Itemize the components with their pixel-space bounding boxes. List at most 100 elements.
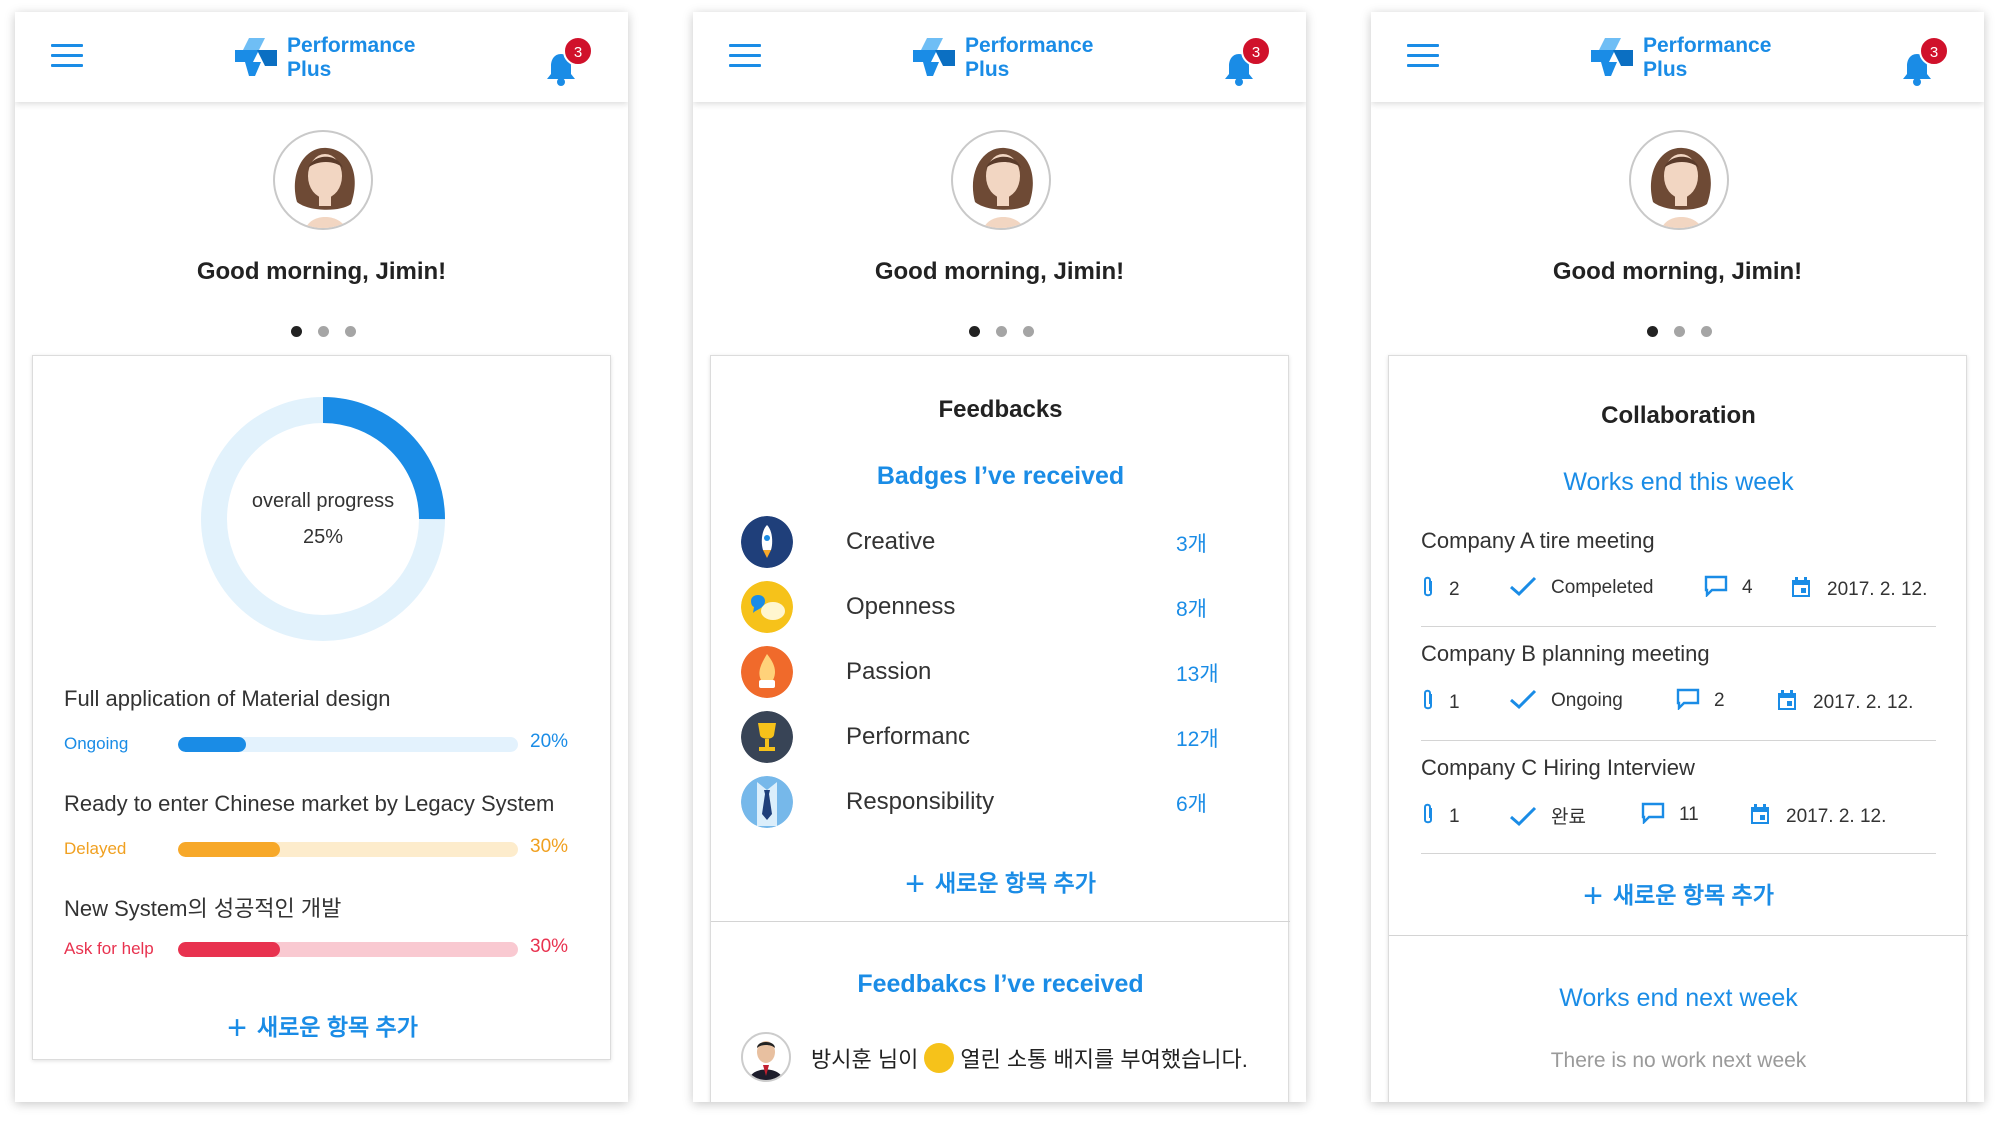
project-status: Ongoing xyxy=(64,734,129,753)
speech-bubbles-badge-icon xyxy=(741,581,793,633)
hamburger-menu-icon[interactable] xyxy=(729,44,761,68)
project-status: Delayed xyxy=(64,839,127,858)
work-item-title[interactable]: Company A tire meeting xyxy=(1421,528,1655,554)
badge-row[interactable]: Passion 13개 xyxy=(741,646,1261,702)
badge-row[interactable]: Openness 8개 xyxy=(741,581,1261,637)
page-dot-2[interactable] xyxy=(996,326,1007,337)
calendar-icon xyxy=(1792,577,1810,597)
feedback-sender: 방시훈 님이 xyxy=(811,1047,919,1072)
sender-avatar xyxy=(741,1032,791,1082)
greeting-text: Good morning, Jimin! xyxy=(196,258,447,285)
project-progress-track xyxy=(178,842,518,857)
add-new-item-button[interactable]: + 새로운 항목 추가 xyxy=(33,1008,612,1048)
logo-line2: Plus xyxy=(965,58,1010,81)
divider xyxy=(1421,853,1936,854)
badge-row[interactable]: Performanc 12개 xyxy=(741,711,1261,767)
page-indicator xyxy=(291,326,361,340)
sender-avatar-illustration xyxy=(749,1041,783,1080)
badge-row[interactable]: Responsibility 6개 xyxy=(741,776,1261,832)
hamburger-menu-icon[interactable] xyxy=(51,44,83,68)
necktie-badge-icon xyxy=(741,776,793,828)
overall-progress-donut xyxy=(201,397,445,641)
app-logo: Performance Plus xyxy=(235,32,435,88)
page-dot-3[interactable] xyxy=(1701,326,1712,337)
divider xyxy=(1421,740,1936,741)
app-bar: Performance Plus 3 xyxy=(15,12,628,102)
user-avatar-illustration xyxy=(294,147,355,228)
logo-mark-icon xyxy=(235,38,277,76)
add-new-item-button[interactable]: + 새로운 항목 추가 xyxy=(1389,876,1968,916)
page-dot-2[interactable] xyxy=(318,326,329,337)
phone-screen-progress: Performance Plus 3 Good morning, Jimin! xyxy=(15,12,628,1102)
app-logo: Performance Plus xyxy=(1591,32,1791,88)
project-status: Ask for help xyxy=(64,939,154,958)
greeting-text: Good morning, Jimin! xyxy=(1552,258,1803,285)
phone-screen-feedbacks: Performance Plus 3 Good morning, Jimin! … xyxy=(693,12,1306,1102)
collaboration-card: Collaboration Works end this week Compan… xyxy=(1388,355,1968,1102)
notification-button[interactable]: 3 xyxy=(1223,36,1273,88)
badge-name: Passion xyxy=(846,658,932,685)
attachment-count: 1 xyxy=(1421,802,1460,828)
notification-count-badge: 3 xyxy=(563,36,593,66)
page-dot-1[interactable] xyxy=(969,326,980,337)
progress-card: overall progress 25% Full application of… xyxy=(32,355,611,1060)
comment-count: 2 xyxy=(1676,688,1725,712)
badge-count: 6개 xyxy=(1176,793,1207,816)
badges-subtitle: Badges I’ve received xyxy=(876,462,1125,490)
user-avatar[interactable] xyxy=(951,130,1051,230)
comment-icon xyxy=(1641,802,1665,825)
feedback-item[interactable]: 방시훈 님이 열린 소통 배지를 부여했습니다. xyxy=(741,1032,1271,1082)
comment-icon xyxy=(1676,688,1700,711)
logo-line1: Performance xyxy=(1643,34,1772,57)
work-item-meta: 1 완료 11 2017. 2. 12. xyxy=(1421,802,1941,832)
divider xyxy=(1421,626,1936,627)
project-title[interactable]: Full application of Material design xyxy=(64,686,391,712)
plus-icon: + xyxy=(1583,877,1603,915)
project-percent: 20% xyxy=(530,731,569,752)
project-title[interactable]: New System의 성공적인 개발 xyxy=(64,891,341,923)
user-avatar[interactable] xyxy=(273,130,373,230)
user-avatar-illustration xyxy=(972,147,1033,228)
checkmark-icon xyxy=(1510,689,1537,710)
page-indicator xyxy=(1647,326,1717,340)
add-new-item-button[interactable]: + 새로운 항목 추가 xyxy=(711,864,1290,904)
user-avatar[interactable] xyxy=(1629,130,1729,230)
app-logo: Performance Plus xyxy=(913,32,1113,88)
next-week-subtitle: Works end next week xyxy=(1559,984,1798,1012)
logo-line2: Plus xyxy=(287,58,332,81)
page-dot-3[interactable] xyxy=(345,326,356,337)
work-item-title[interactable]: Company B planning meeting xyxy=(1421,641,1710,667)
this-week-subtitle: Works end this week xyxy=(1563,468,1794,496)
comment-count: 4 xyxy=(1704,575,1753,599)
phone-screen-collaboration: Performance Plus 3 Good morning, Jimin! … xyxy=(1371,12,1984,1102)
logo-mark-icon xyxy=(913,38,955,76)
checkmark-icon xyxy=(1510,576,1537,597)
trophy-badge-icon xyxy=(741,711,793,763)
hamburger-menu-icon[interactable] xyxy=(1407,44,1439,68)
project-title[interactable]: Ready to enter Chinese market by Legacy … xyxy=(64,791,554,817)
badge-count: 3개 xyxy=(1176,533,1207,556)
page-dot-3[interactable] xyxy=(1023,326,1034,337)
app-bar: Performance Plus 3 xyxy=(693,12,1306,102)
donut-value: 25% xyxy=(302,526,344,548)
badge-row[interactable]: Creative 3개 xyxy=(741,516,1261,572)
work-item-title[interactable]: Company C Hiring Interview xyxy=(1421,755,1695,781)
plus-icon: + xyxy=(905,865,925,903)
app-bar: Performance Plus 3 xyxy=(1371,12,1984,102)
notification-button[interactable]: 3 xyxy=(1901,36,1951,88)
work-item-status: 완료 xyxy=(1509,802,1586,829)
badge-count: 12개 xyxy=(1176,728,1219,751)
page-dot-1[interactable] xyxy=(291,326,302,337)
plus-icon: + xyxy=(227,1009,247,1047)
feedback-message: 열린 소통 배지를 부여했습니다. xyxy=(960,1047,1248,1072)
page-indicator xyxy=(969,326,1039,340)
project-progress-fill xyxy=(178,737,246,752)
page-dot-2[interactable] xyxy=(1674,326,1685,337)
comment-icon xyxy=(1704,575,1728,598)
notification-button[interactable]: 3 xyxy=(545,36,595,88)
rocket-badge-icon xyxy=(741,516,793,568)
notification-count-badge: 3 xyxy=(1919,36,1949,66)
badge-count: 13개 xyxy=(1176,663,1219,686)
section-title: Feedbacks xyxy=(938,396,1063,423)
page-dot-1[interactable] xyxy=(1647,326,1658,337)
